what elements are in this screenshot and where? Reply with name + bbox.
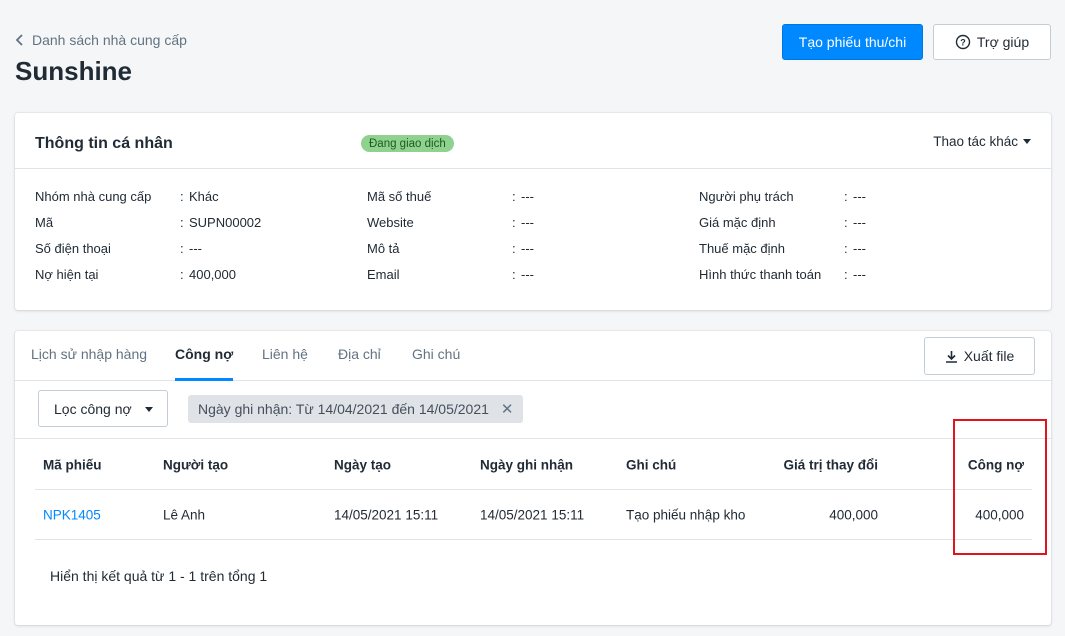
pagination-summary: Hiển thị kết quả từ 1 - 1 trên tổng 1: [50, 568, 268, 584]
help-button-label: Trợ giúp: [976, 34, 1030, 50]
info-separator: :: [180, 241, 184, 256]
tabs-bar: Lịch sử nhập hàng Công nợ Liên hệ Địa ch…: [15, 331, 1051, 381]
info-separator: :: [844, 189, 848, 204]
info-separator: :: [844, 267, 848, 282]
info-separator: :: [844, 241, 848, 256]
date-filter-text: Ngày ghi nhận: Từ 14/04/2021 đến 14/05/2…: [198, 401, 489, 417]
info-separator: :: [512, 189, 516, 204]
page-title: Sunshine: [15, 56, 133, 86]
info-title: Thông tin cá nhân: [35, 135, 173, 152]
tab-contacts[interactable]: Liên hệ: [262, 346, 308, 381]
info-label: Email: [367, 267, 400, 282]
info-value: ---: [521, 189, 534, 204]
header-created-date: Ngày tạo: [334, 457, 392, 472]
debt-filter-label: Lọc công nợ: [54, 400, 132, 417]
create-receipt-button[interactable]: Tạo phiếu thu/chi: [782, 24, 923, 60]
export-file-label: Xuất file: [963, 348, 1015, 364]
info-row: Người phụ trách : ---: [699, 189, 1019, 209]
info-row: Hình thức thanh toán : ---: [699, 267, 1019, 287]
table-row: NPK1405 Lê Anh 14/05/2021 15:11 14/05/20…: [35, 490, 1032, 540]
info-separator: :: [512, 241, 516, 256]
info-row: Thuế mặc định : ---: [699, 241, 1019, 261]
caret-down-icon: [1023, 139, 1031, 144]
tab-address[interactable]: Địa chỉ: [338, 346, 381, 381]
info-value: Khác: [189, 189, 219, 204]
voucher-code-link[interactable]: NPK1405: [43, 507, 101, 522]
info-separator: :: [844, 215, 848, 230]
info-value: ---: [853, 241, 866, 256]
info-value: ---: [853, 267, 866, 282]
info-label: Số điện thoại: [35, 241, 111, 256]
info-separator: :: [512, 215, 516, 230]
recorded-date-cell: 14/05/2021 15:11: [480, 507, 585, 522]
info-value: ---: [189, 241, 202, 256]
info-row: Mã : SUPN00002: [35, 215, 355, 235]
debt-filter-select[interactable]: Lọc công nợ: [38, 390, 168, 427]
chevron-left-icon: [15, 34, 23, 46]
filter-bar: Lọc công nợ Ngày ghi nhận: Từ 14/04/2021…: [15, 381, 1051, 439]
breadcrumb[interactable]: Danh sách nhà cung cấp: [32, 32, 187, 48]
help-icon: ?: [955, 34, 971, 50]
info-row: Mô tả : ---: [367, 241, 687, 261]
info-row: Nhóm nhà cung cấp : Khác: [35, 189, 355, 209]
info-row: Website : ---: [367, 215, 687, 235]
svg-text:?: ?: [960, 38, 966, 48]
caret-down-icon: [145, 407, 153, 412]
info-value: ---: [521, 241, 534, 256]
table-header: Mã phiếu Người tạo Ngày tạo Ngày ghi nhậ…: [35, 440, 1032, 490]
info-value: 400,000: [189, 267, 236, 282]
info-label: Giá mặc định: [699, 215, 776, 230]
header-debt: Công nợ: [967, 457, 1024, 472]
info-row: Số điện thoại : ---: [35, 241, 355, 261]
header-voucher-code: Mã phiếu: [43, 457, 102, 472]
date-filter-tag: Ngày ghi nhận: Từ 14/04/2021 đến 14/05/2…: [188, 395, 524, 423]
close-icon[interactable]: ✕: [501, 400, 514, 418]
info-row: Email : ---: [367, 267, 687, 287]
more-actions-label: Thao tác khác: [933, 134, 1018, 149]
info-row: Nợ hiện tại : 400,000: [35, 267, 355, 287]
created-date-cell: 14/05/2021 15:11: [334, 507, 439, 522]
change-value-cell: 400,000: [829, 507, 878, 522]
info-label: Mã số thuế: [367, 189, 432, 204]
info-value: ---: [853, 215, 866, 230]
tab-notes[interactable]: Ghi chú: [412, 346, 460, 381]
header-creator: Người tạo: [163, 457, 229, 472]
creator-cell: Lê Anh: [163, 507, 206, 522]
info-label: Mã: [35, 215, 54, 230]
info-label: Hình thức thanh toán: [699, 267, 822, 282]
info-label: Website: [367, 215, 414, 230]
debt-table: Mã phiếu Người tạo Ngày tạo Ngày ghi nhậ…: [35, 440, 1032, 540]
info-separator: :: [512, 267, 516, 282]
more-actions-dropdown[interactable]: Thao tác khác: [933, 134, 1031, 149]
header-recorded-date: Ngày ghi nhận: [480, 457, 574, 472]
header-note: Ghi chú: [626, 457, 677, 472]
info-label: Người phụ trách: [699, 189, 794, 204]
export-file-button[interactable]: Xuất file: [924, 337, 1035, 375]
info-label: Thuế mặc định: [699, 241, 785, 256]
info-value: ---: [853, 189, 866, 204]
info-value: ---: [521, 267, 534, 282]
info-label: Nợ hiện tại: [35, 267, 99, 282]
info-header: Thông tin cá nhân Đang giao dịch Thao tá…: [15, 113, 1051, 169]
info-row: Giá mặc định : ---: [699, 215, 1019, 235]
info-value: ---: [521, 215, 534, 230]
info-row: Mã số thuế : ---: [367, 189, 687, 209]
tab-debt[interactable]: Công nợ: [175, 346, 234, 381]
help-button[interactable]: ? Trợ giúp: [933, 24, 1051, 60]
info-separator: :: [180, 215, 184, 230]
header-change-value: Giá trị thay đổi: [783, 457, 878, 472]
info-separator: :: [180, 189, 184, 204]
debt-cell: 400,000: [975, 507, 1024, 522]
tab-purchase-history[interactable]: Lịch sử nhập hàng: [31, 346, 147, 381]
personal-info-card: Thông tin cá nhân Đang giao dịch Thao tá…: [15, 113, 1051, 310]
download-icon: [945, 350, 957, 363]
info-value: SUPN00002: [189, 215, 262, 230]
debt-tabs-card: Lịch sử nhập hàng Công nợ Liên hệ Địa ch…: [15, 331, 1051, 625]
note-cell: Tạo phiếu nhập kho: [626, 507, 746, 522]
info-separator: :: [180, 267, 184, 282]
back-link[interactable]: Danh sách nhà cung cấp: [14, 32, 187, 48]
info-label: Nhóm nhà cung cấp: [35, 189, 152, 204]
status-badge: Đang giao dịch: [361, 135, 454, 152]
info-label: Mô tả: [367, 241, 400, 256]
